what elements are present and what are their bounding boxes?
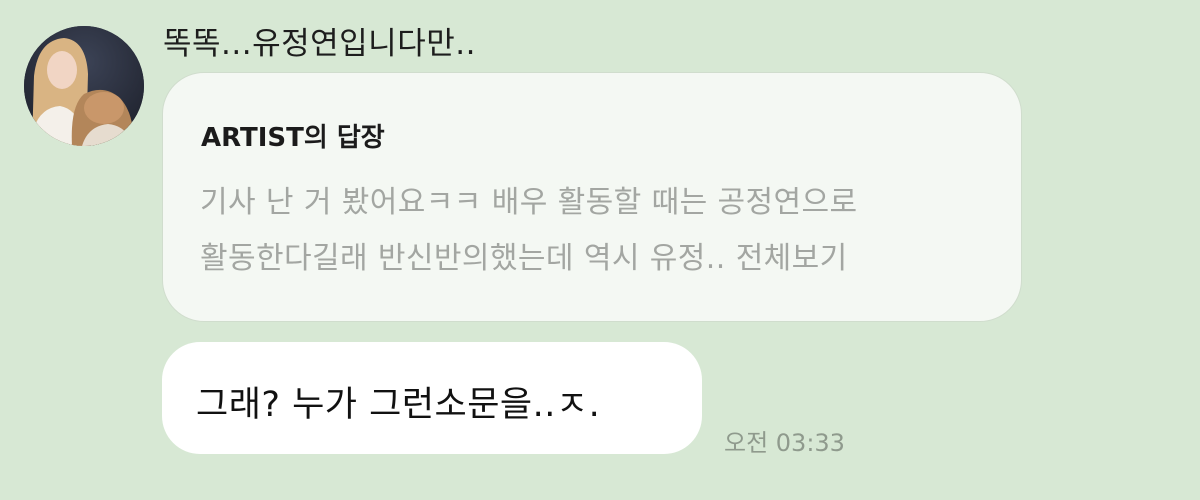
artist-reply-card[interactable]: ARTIST의 답장 기사 난 거 봤어요ㅋㅋ 배우 활동할 때는 공정연으로 … xyxy=(162,72,1022,322)
profile-photo-icon xyxy=(24,26,144,146)
message-timestamp: 오전 03:33 xyxy=(724,429,845,457)
avatar[interactable] xyxy=(24,26,144,146)
chat-screen: 똑똑...유정연입니다만.. ARTIST의 답장 기사 난 거 봤어요ㅋㅋ 배… xyxy=(0,0,1200,500)
reply-text-line-1: 기사 난 거 봤어요ㅋㅋ 배우 활동할 때는 공정연으로 xyxy=(200,185,858,220)
reply-text-line-2: 활동한다길래 반신반의했는데 역시 유정.. 전체보기 xyxy=(200,233,848,277)
see-more-link[interactable]: 전체보기 xyxy=(736,241,848,276)
sender-name: 똑똑...유정연입니다만.. xyxy=(163,26,476,62)
reply-text-line-2-content: 활동한다길래 반신반의했는데 역시 유정.. xyxy=(200,241,726,276)
reply-title: ARTIST의 답장 xyxy=(201,123,385,153)
message-bubble[interactable]: 그래? 누가 그런소문을..ㅈ. xyxy=(162,342,702,454)
message-text: 그래? 누가 그런소문을..ㅈ. xyxy=(196,385,601,425)
